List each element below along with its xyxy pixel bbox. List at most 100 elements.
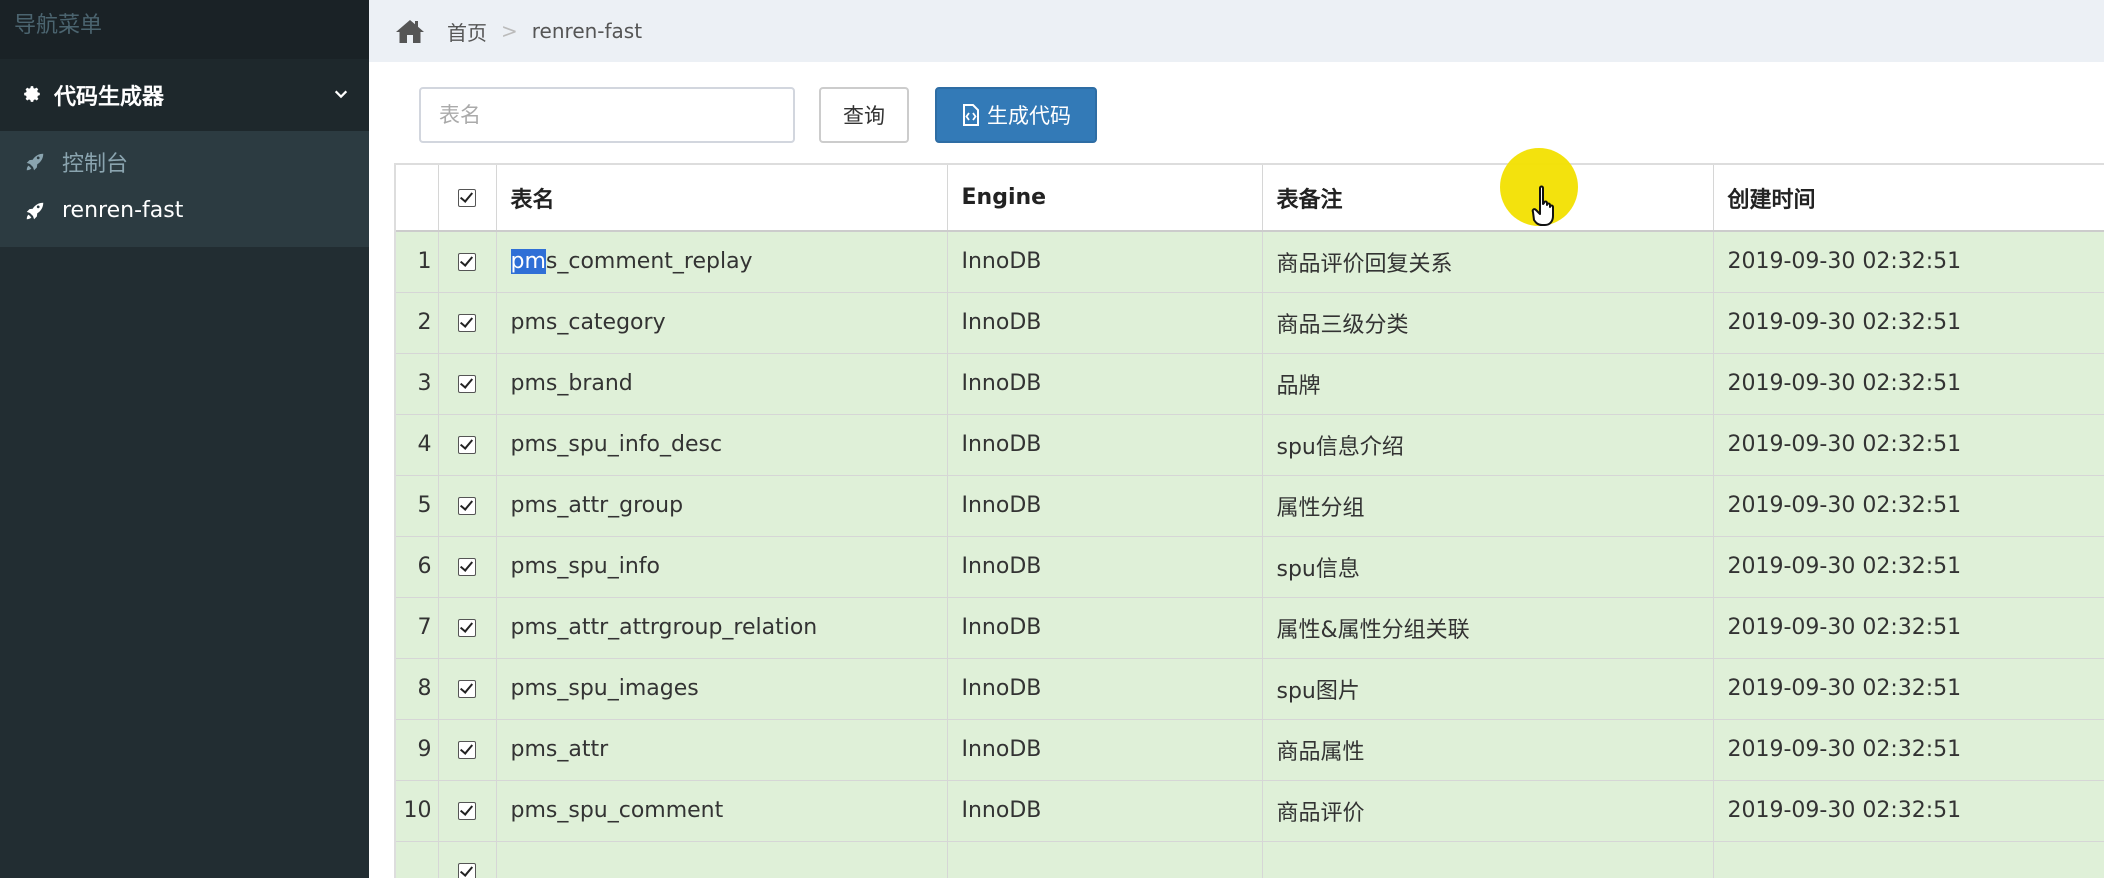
column-header-engine[interactable]: Engine xyxy=(947,165,1263,232)
cell-engine: InnoDB xyxy=(947,719,1263,781)
hand-pointer-icon xyxy=(1531,185,1554,226)
sidebar-item-renren-fast[interactable]: renren-fast xyxy=(0,186,369,235)
cell-comment: 商品三级分类 xyxy=(1262,292,1714,354)
row-checkbox[interactable] xyxy=(438,292,497,354)
breadcrumb-current: renren-fast xyxy=(531,19,643,43)
checkbox-checked-icon xyxy=(458,619,476,637)
cell-table-name: pms_attr_group xyxy=(496,475,948,537)
home-icon[interactable] xyxy=(395,18,425,44)
row-checkbox[interactable] xyxy=(438,597,497,659)
cell-engine: InnoDB xyxy=(947,414,1263,476)
rocket-icon xyxy=(24,200,46,222)
table-row[interactable]: 4 pms_spu_info_desc InnoDB spu信息介绍 2019-… xyxy=(396,414,2104,476)
cell-engine: InnoDB xyxy=(947,597,1263,659)
row-number: 5 xyxy=(396,475,439,537)
sidebar: 导航菜单 代码生成器 控制台 renren-fast xyxy=(0,0,369,878)
cell-table-name: pms_comment_replay xyxy=(496,231,948,293)
main-content: 查询 生成代码 表名 Engine 表备注 创建时间 xyxy=(369,62,2104,878)
generate-code-label: 生成代码 xyxy=(987,104,1071,128)
cell-created: 2019-09-30 02:32:51 xyxy=(1713,658,2104,720)
sidebar-item-console[interactable]: 控制台 xyxy=(0,137,369,186)
cell-comment: 商品属性 xyxy=(1262,719,1714,781)
cell-engine: InnoDB xyxy=(947,658,1263,720)
cell-table-name: pms_attr xyxy=(496,719,948,781)
table-row[interactable]: 9 pms_attr InnoDB 商品属性 2019-09-30 02:32:… xyxy=(396,719,2104,781)
checkbox-checked-icon xyxy=(458,741,476,759)
row-number: 9 xyxy=(396,719,439,781)
sidebar-submenu: 控制台 renren-fast xyxy=(0,131,369,247)
row-number: 2 xyxy=(396,292,439,354)
cell-comment: 商品评价 xyxy=(1262,780,1714,842)
cell-engine: InnoDB xyxy=(947,475,1263,537)
row-checkbox[interactable] xyxy=(438,536,497,598)
table-row[interactable]: 10 pms_spu_comment InnoDB 商品评价 2019-09-3… xyxy=(396,780,2104,842)
table-list: 表名 Engine 表备注 创建时间 1 pms_comment_replay … xyxy=(396,165,2104,878)
row-number: 4 xyxy=(396,414,439,476)
cell-table-name: pms_category xyxy=(496,292,948,354)
table-row-partial[interactable] xyxy=(396,841,2104,878)
cell-engine: InnoDB xyxy=(947,231,1263,293)
checkbox-checked-icon xyxy=(458,497,476,515)
sidebar-group-label: 代码生成器 xyxy=(54,85,165,110)
cell-table-name: pms_spu_info xyxy=(496,536,948,598)
cell-created xyxy=(1713,841,2104,878)
row-number: 10 xyxy=(396,780,439,842)
table-row[interactable]: 1 pms_comment_replay InnoDB 商品评价回复关系 201… xyxy=(396,231,2104,293)
cell-engine: InnoDB xyxy=(947,292,1263,354)
table-row[interactable]: 8 pms_spu_images InnoDB spu图片 2019-09-30… xyxy=(396,658,2104,720)
breadcrumb-home[interactable]: 首页 xyxy=(447,17,487,46)
cell-comment xyxy=(1262,841,1714,878)
cell-engine: InnoDB xyxy=(947,536,1263,598)
checkbox-checked-icon xyxy=(458,802,476,820)
row-number: 6 xyxy=(396,536,439,598)
toolbar: 查询 生成代码 xyxy=(419,87,1097,143)
cell-table-name: pms_spu_images xyxy=(496,658,948,720)
query-button[interactable]: 查询 xyxy=(819,87,909,143)
cell-comment: spu信息 xyxy=(1262,536,1714,598)
checkbox-checked-icon xyxy=(458,189,476,207)
row-checkbox[interactable] xyxy=(438,231,497,293)
row-checkbox[interactable] xyxy=(438,353,497,415)
table-row[interactable]: 2 pms_category InnoDB 商品三级分类 2019-09-30 … xyxy=(396,292,2104,354)
table-row[interactable]: 5 pms_attr_group InnoDB 属性分组 2019-09-30 … xyxy=(396,475,2104,537)
column-header-comment[interactable]: 表备注 xyxy=(1262,165,1714,232)
cell-created: 2019-09-30 02:32:51 xyxy=(1713,231,2104,293)
checkbox-checked-icon xyxy=(458,314,476,332)
table-name-search-input[interactable] xyxy=(419,87,795,143)
chevron-down-icon xyxy=(333,86,351,104)
checkbox-checked-icon xyxy=(458,558,476,576)
row-number: 8 xyxy=(396,658,439,720)
row-checkbox[interactable] xyxy=(438,780,497,842)
cell-table-name-rest: s_comment_replay xyxy=(545,249,753,275)
cell-created: 2019-09-30 02:32:51 xyxy=(1713,597,2104,659)
cell-engine: InnoDB xyxy=(947,780,1263,842)
generate-code-button[interactable]: 生成代码 xyxy=(935,87,1097,143)
row-checkbox[interactable] xyxy=(438,414,497,476)
row-number: 1 xyxy=(396,231,439,293)
checkbox-checked-icon xyxy=(458,375,476,393)
table-header-row: 表名 Engine 表备注 创建时间 xyxy=(396,165,2104,232)
row-checkbox[interactable] xyxy=(438,719,497,781)
row-checkbox[interactable] xyxy=(438,475,497,537)
selected-text-highlight: pm xyxy=(510,249,546,275)
cell-table-name: pms_spu_info_desc xyxy=(496,414,948,476)
column-header-table-name[interactable]: 表名 xyxy=(496,165,948,232)
sidebar-group-code-generator[interactable]: 代码生成器 xyxy=(0,59,369,131)
cell-created: 2019-09-30 02:32:51 xyxy=(1713,719,2104,781)
cell-comment: 商品评价回复关系 xyxy=(1262,231,1714,293)
row-checkbox[interactable] xyxy=(438,841,497,878)
cell-engine: InnoDB xyxy=(947,353,1263,415)
cell-created: 2019-09-30 02:32:51 xyxy=(1713,353,2104,415)
checkbox-checked-icon xyxy=(458,253,476,272)
table-list-grid: 表名 Engine 表备注 创建时间 1 pms_comment_replay … xyxy=(394,163,2104,878)
table-row[interactable]: 7 pms_attr_attrgroup_relation InnoDB 属性&… xyxy=(396,597,2104,659)
row-checkbox[interactable] xyxy=(438,658,497,720)
table-row[interactable]: 3 pms_brand InnoDB 品牌 2019-09-30 02:32:5… xyxy=(396,353,2104,415)
cell-created: 2019-09-30 02:32:51 xyxy=(1713,536,2104,598)
cell-created: 2019-09-30 02:32:51 xyxy=(1713,292,2104,354)
cell-comment: spu图片 xyxy=(1262,658,1714,720)
gear-icon xyxy=(22,84,44,106)
select-all-checkbox[interactable] xyxy=(438,165,497,232)
column-header-created[interactable]: 创建时间 xyxy=(1713,165,2104,232)
table-row[interactable]: 6 pms_spu_info InnoDB spu信息 2019-09-30 0… xyxy=(396,536,2104,598)
